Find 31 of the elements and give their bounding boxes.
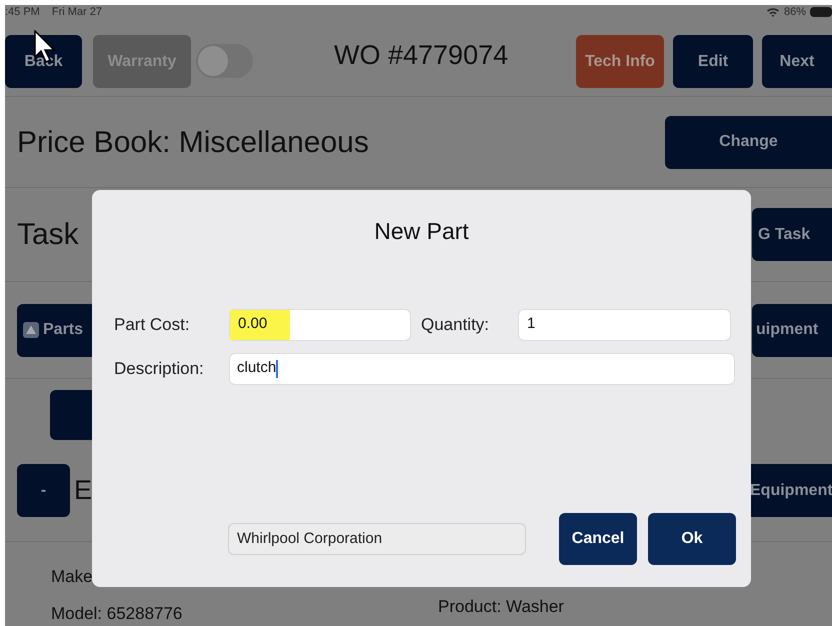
- warranty-toggle[interactable]: [196, 44, 253, 78]
- field-label: Part Cost:: [114, 314, 191, 336]
- work-order-title: WO #4779074: [334, 39, 508, 72]
- equipment-button[interactable]: uipment: [752, 304, 832, 356]
- input-field[interactable]: 1: [518, 308, 731, 340]
- field-label: Description:: [114, 358, 205, 380]
- equipment-title: E: [74, 474, 92, 508]
- next-button[interactable]: Next: [762, 35, 832, 88]
- status-date: Fri Mar 27: [52, 4, 102, 20]
- wifi-icon: [766, 7, 780, 17]
- input-field[interactable]: clutch: [229, 352, 735, 384]
- ok-button[interactable]: Ok: [648, 513, 736, 565]
- parts-button[interactable]: Parts: [17, 304, 92, 356]
- collapse-button[interactable]: -: [17, 464, 70, 518]
- change-button[interactable]: Change: [665, 116, 832, 169]
- price-book-title: Price Book: Miscellaneous: [17, 124, 369, 161]
- input-field[interactable]: 0.00: [229, 308, 411, 340]
- battery-percent: 86%: [784, 4, 806, 20]
- dialog-title: New Part: [374, 217, 469, 246]
- battery-icon: [810, 7, 832, 17]
- tasks-title: Task: [17, 217, 79, 254]
- tech-info-button[interactable]: Tech Info: [576, 35, 664, 88]
- detail-text: Product: Washer: [438, 596, 564, 618]
- field-label: Quantity:: [421, 314, 490, 336]
- manufacturer-field: Whirlpool Corporation: [228, 523, 526, 555]
- detail-text: Make: [51, 566, 94, 588]
- status-time: :45 PM: [5, 4, 40, 20]
- edit-button[interactable]: Edit: [673, 35, 753, 88]
- cancel-button[interactable]: Cancel: [559, 513, 637, 565]
- detail-text: Model: 65288776: [51, 602, 184, 624]
- task-button[interactable]: G Task: [752, 208, 832, 262]
